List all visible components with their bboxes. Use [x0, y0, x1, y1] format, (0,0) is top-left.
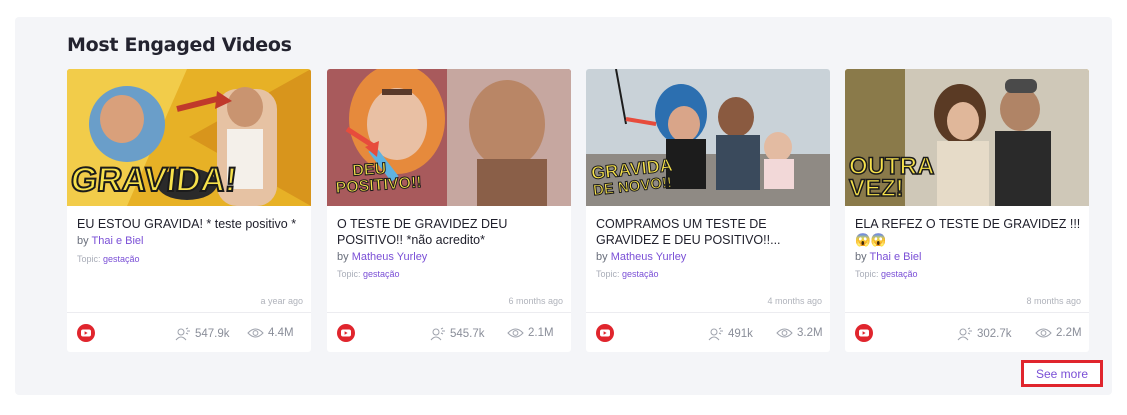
video-thumbnail[interactable]: OUTRA VEZ! — [845, 69, 1089, 206]
section-title: Most Engaged Videos — [67, 34, 292, 56]
engagement-icon — [957, 327, 972, 341]
video-title[interactable]: ELA REFEZ O TESTE DE GRAVIDEZ !!! 😱😱 — [855, 216, 1081, 248]
see-more-button[interactable]: See more — [1021, 360, 1103, 387]
video-thumbnail[interactable]: GRAVIDA DE NOVO!! — [586, 69, 830, 206]
engagement-stat: 545.7k — [430, 327, 485, 341]
thumbnail-text: GRAVIDA! — [68, 160, 240, 200]
engagement-stat: 302.7k — [957, 327, 1012, 341]
engagement-stat: 491k — [708, 327, 753, 341]
video-topic: Topic: gestação — [337, 269, 400, 279]
views-stat: 2.2M — [1035, 327, 1082, 339]
video-age: 8 months ago — [1026, 296, 1081, 306]
video-title[interactable]: COMPRAMOS UM TESTE DE GRAVIDEZ E DEU POS… — [596, 216, 822, 248]
video-author: by Thai e Biel — [855, 251, 922, 263]
video-card[interactable]: GRAVIDA DE NOVO!! COMPRAMOS UM TESTE DE G… — [586, 69, 830, 352]
card-divider — [845, 312, 1089, 313]
video-thumbnail[interactable]: DEU POSITIVO!! — [327, 69, 571, 206]
author-link[interactable]: Matheus Yurley — [352, 251, 428, 263]
card-divider — [586, 312, 830, 313]
youtube-icon[interactable] — [596, 324, 614, 342]
engagement-stat: 547.9k — [175, 327, 230, 341]
video-author: by Thai e Biel — [77, 235, 144, 247]
video-age: a year ago — [260, 296, 303, 306]
card-divider — [327, 312, 571, 313]
engagement-icon — [430, 327, 445, 341]
youtube-icon[interactable] — [337, 324, 355, 342]
video-author: by Matheus Yurley — [596, 251, 687, 263]
engagement-icon — [175, 327, 190, 341]
video-card[interactable]: OUTRA VEZ! ELA REFEZ O TESTE DE GRAVIDEZ … — [845, 69, 1089, 352]
author-link[interactable]: Thai e Biel — [869, 251, 921, 263]
video-title[interactable]: EU ESTOU GRAVIDA! * teste positivo * — [77, 216, 303, 232]
views-stat: 3.2M — [776, 327, 823, 339]
author-link[interactable]: Matheus Yurley — [611, 251, 687, 263]
video-age: 6 months ago — [508, 296, 563, 306]
video-title[interactable]: O TESTE DE GRAVIDEZ DEU POSITIVO!! *não … — [337, 216, 563, 248]
video-topic: Topic: gestação — [77, 254, 140, 264]
eye-icon — [507, 328, 524, 338]
topic-link[interactable]: gestação — [363, 269, 400, 279]
video-topic: Topic: gestação — [855, 269, 918, 279]
youtube-icon[interactable] — [855, 324, 873, 342]
eye-icon — [1035, 328, 1052, 338]
author-link[interactable]: Thai e Biel — [91, 235, 143, 247]
thumbnail-text: DEU POSITIVO!! — [335, 160, 423, 198]
engagement-icon — [708, 327, 723, 341]
eye-icon — [247, 328, 264, 338]
video-topic: Topic: gestação — [596, 269, 659, 279]
eye-icon — [776, 328, 793, 338]
video-thumbnail[interactable]: GRAVIDA! — [67, 69, 311, 206]
video-author: by Matheus Yurley — [337, 251, 428, 263]
video-age: 4 months ago — [767, 296, 822, 306]
topic-link[interactable]: gestação — [881, 269, 918, 279]
video-card[interactable]: DEU POSITIVO!! O TESTE DE GRAVIDEZ DEU PO… — [327, 69, 571, 352]
views-stat: 4.4M — [247, 327, 294, 339]
card-divider — [67, 312, 311, 313]
thumbnail-text: OUTRA VEZ! — [848, 153, 935, 202]
video-card[interactable]: GRAVIDA! EU ESTOU GRAVIDA! * teste posit… — [67, 69, 311, 352]
topic-link[interactable]: gestação — [103, 254, 140, 264]
youtube-icon[interactable] — [77, 324, 95, 342]
topic-link[interactable]: gestação — [622, 269, 659, 279]
views-stat: 2.1M — [507, 327, 554, 339]
